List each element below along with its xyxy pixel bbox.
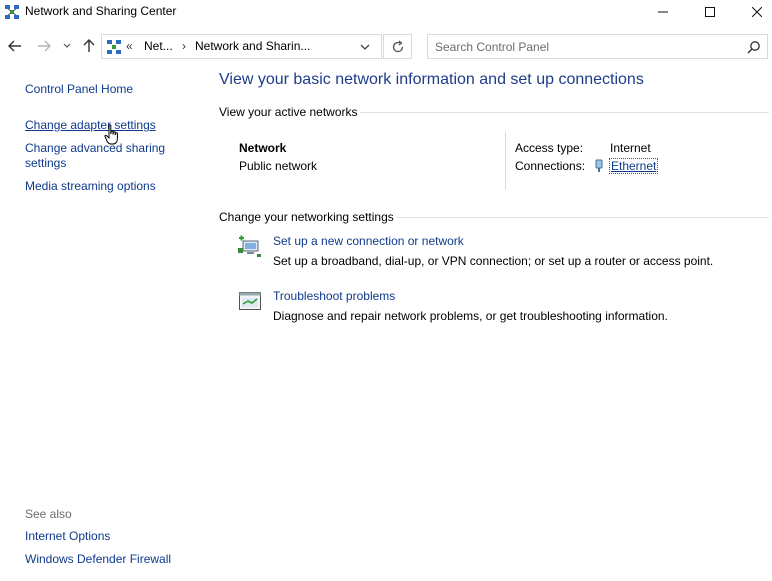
arrow-left-icon [8, 40, 21, 52]
breadcrumb-separator-icon: › [182, 39, 186, 53]
breadcrumb-network-sharing[interactable]: Network and Sharin... [195, 39, 310, 53]
breadcrumb-network[interactable]: Net... [144, 39, 173, 53]
forward-button[interactable] [34, 36, 54, 56]
arrow-right-icon [38, 40, 51, 52]
sidebar-item-control-panel-home[interactable]: Control Panel Home [25, 82, 133, 97]
sidebar-item-media-streaming[interactable]: Media streaming options [25, 179, 156, 194]
active-networks-heading: View your active networks [219, 105, 358, 119]
refresh-button[interactable] [383, 34, 412, 59]
maximize-button[interactable] [687, 0, 733, 24]
close-button[interactable] [734, 0, 772, 24]
access-type-value: Internet [610, 141, 651, 155]
network-type: Public network [239, 159, 318, 173]
hand-cursor-icon [104, 124, 118, 145]
set-up-connection-description: Set up a broadband, dial-up, or VPN conn… [273, 254, 714, 268]
window-title: Network and Sharing Center [25, 4, 177, 18]
maximize-icon [705, 7, 715, 17]
ethernet-icon [595, 159, 603, 172]
back-button[interactable] [5, 36, 25, 56]
search-box[interactable] [427, 34, 768, 59]
search-icon[interactable] [747, 40, 761, 54]
network-name: Network [239, 141, 287, 155]
new-connection-icon [238, 235, 261, 257]
chevron-down-icon[interactable] [358, 41, 372, 53]
network-divider [505, 132, 506, 190]
minimize-icon [658, 11, 668, 13]
section-divider [397, 217, 769, 218]
ethernet-connection-link[interactable]: Ethernet [608, 158, 659, 174]
troubleshoot-problems-description: Diagnose and repair network problems, or… [273, 309, 668, 323]
see-also-heading: See also [25, 507, 72, 521]
title-bar: Network and Sharing Center [0, 0, 772, 26]
address-bar[interactable]: « Net... › Network and Sharin... [101, 34, 382, 59]
sidebar-item-windows-firewall[interactable]: Windows Defender Firewall [25, 552, 171, 567]
sidebar-item-internet-options[interactable]: Internet Options [25, 529, 110, 544]
change-settings-heading: Change your networking settings [219, 210, 394, 224]
set-up-connection-link[interactable]: Set up a new connection or network [273, 234, 464, 248]
troubleshoot-icon [239, 292, 261, 310]
arrow-up-icon [83, 39, 95, 52]
refresh-icon [392, 39, 403, 52]
close-icon [752, 7, 762, 17]
search-input[interactable] [428, 35, 738, 58]
chevron-down-icon [63, 43, 71, 48]
network-sharing-icon [107, 40, 121, 54]
up-button[interactable] [79, 36, 99, 56]
page-title: View your basic network information and … [219, 71, 644, 88]
navigation-bar: « Net... › Network and Sharin... [0, 30, 772, 62]
troubleshoot-problems-link[interactable]: Troubleshoot problems [273, 289, 395, 303]
network-sharing-icon [5, 5, 19, 19]
breadcrumb-overflow[interactable]: « [126, 39, 133, 53]
access-type-label: Access type: [515, 141, 584, 155]
section-divider [360, 112, 769, 113]
recent-locations-button[interactable] [60, 36, 74, 56]
minimize-button[interactable] [640, 0, 686, 24]
connections-label: Connections: [515, 159, 586, 173]
sidebar-item-change-adapter-settings[interactable]: Change adapter settings [25, 118, 156, 133]
